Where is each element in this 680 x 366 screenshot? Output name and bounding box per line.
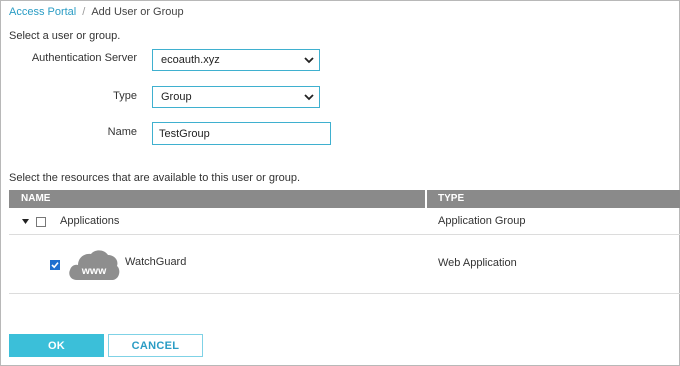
resources-instruction: Select the resources that are available … — [9, 172, 301, 184]
type-value: Group — [161, 91, 192, 103]
table-header: NAME TYPE — [9, 190, 680, 208]
auth-server-value: ecoauth.xyz — [161, 54, 220, 66]
row-name: Applications — [60, 215, 120, 227]
www-icon-text: www — [81, 265, 107, 277]
chevron-down-icon — [299, 87, 319, 107]
name-input[interactable] — [152, 122, 331, 145]
table-row: www WatchGuard Web Application — [9, 235, 680, 294]
ok-button[interactable]: OK — [9, 334, 104, 357]
name-label: Name — [107, 126, 137, 138]
auth-server-select[interactable]: ecoauth.xyz — [152, 49, 320, 71]
table-row: Applications Application Group — [9, 208, 680, 235]
expand-caret-icon[interactable] — [22, 215, 29, 227]
watchguard-checkbox[interactable] — [50, 260, 60, 270]
breadcrumb-current: Add User or Group — [91, 6, 184, 18]
row-type: Application Group — [438, 215, 526, 227]
type-select[interactable]: Group — [152, 86, 320, 108]
cancel-button[interactable]: CANCEL — [108, 334, 203, 357]
column-header-type[interactable]: TYPE — [438, 190, 464, 208]
intro-text: Select a user or group. — [9, 30, 121, 42]
type-label: Type — [113, 90, 137, 102]
row-name: WatchGuard — [125, 256, 187, 268]
auth-server-label: Authentication Server — [31, 52, 137, 64]
chevron-down-icon — [299, 50, 319, 70]
column-header-name[interactable]: NAME — [21, 190, 50, 208]
breadcrumb: Access Portal / Add User or Group — [9, 6, 184, 18]
web-app-cloud-icon: www — [67, 248, 121, 285]
row-type: Web Application — [438, 257, 517, 269]
checkmark-icon — [51, 262, 59, 269]
breadcrumb-access-portal-link[interactable]: Access Portal — [9, 6, 76, 18]
column-divider — [425, 190, 427, 208]
resources-table: NAME TYPE Applications Application Group… — [9, 190, 680, 294]
applications-checkbox[interactable] — [36, 217, 46, 227]
breadcrumb-separator: / — [82, 6, 86, 18]
